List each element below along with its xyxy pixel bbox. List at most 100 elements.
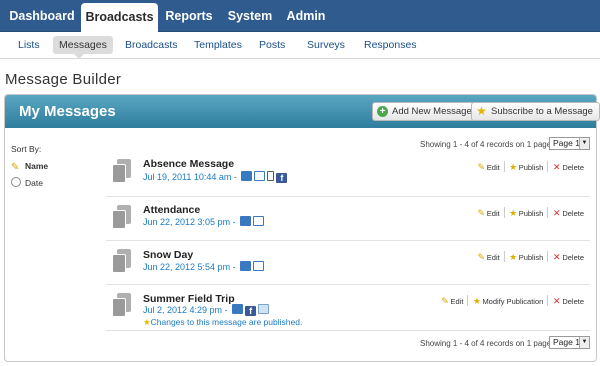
nav-system[interactable]: System: [222, 0, 278, 32]
web-icon: [258, 304, 270, 314]
modify-publication-button[interactable]: ★Modify Publication: [472, 296, 543, 307]
publish-label: Publish: [518, 163, 544, 172]
message-row: Snow Day Jun 22, 2012 5:54 pm - ✎ Edit ★Pu…: [106, 241, 590, 285]
facebook-icon: f: [245, 306, 257, 316]
message-row: Summer Field Trip Jul 2, 2012 4:29 pm - …: [106, 285, 590, 331]
modify-publication-label: Modify Publication: [482, 297, 544, 306]
close-icon: ✕: [553, 162, 561, 172]
edit-label: Edit: [450, 297, 464, 306]
add-new-message-button[interactable]: + Add New Message: [372, 102, 479, 121]
add-new-message-label: Add New Message: [392, 106, 472, 117]
panel-header: My Messages + Add New Message ★ Subscrib…: [5, 95, 600, 128]
message-actions: ✎ Edit ★Publish ✕ Delete: [477, 207, 584, 219]
message-title[interactable]: Attendance: [143, 204, 200, 216]
clock-icon: [11, 177, 21, 187]
page-title: Message Builder: [5, 71, 122, 88]
edit-label: Edit: [486, 163, 500, 172]
delete-button[interactable]: ✕ Delete: [552, 208, 584, 219]
delete-label: Delete: [562, 209, 584, 218]
edit-label: Edit: [486, 209, 500, 218]
pencil-icon: ✎: [477, 208, 486, 218]
pencil-icon: ✎: [11, 162, 20, 173]
subnav-surveys[interactable]: Surveys: [307, 38, 345, 53]
edit-button[interactable]: ✎ Edit: [477, 208, 500, 219]
message-date-text: Jun 22, 2012 5:54 pm -: [143, 262, 236, 272]
sort-by-label: Sort By:: [11, 144, 42, 154]
phone-icon: [232, 304, 244, 314]
message-title[interactable]: Snow Day: [143, 249, 193, 261]
message-row: Attendance Jun 22, 2012 3:05 pm - ✎ Edit ★…: [106, 197, 590, 241]
subnav-templates[interactable]: Templates: [194, 38, 242, 53]
subscribe-label: Subscribe to a Message: [491, 106, 593, 117]
star-icon: ★: [472, 296, 481, 306]
email-icon: [253, 261, 265, 271]
pencil-icon: ✎: [477, 162, 486, 172]
phone-icon: [240, 216, 252, 226]
paging-info-bottom: Showing 1 - 4 of 4 records on 1 pages: [420, 339, 556, 348]
delete-button[interactable]: ✕ Delete: [552, 296, 584, 307]
published-note: ★Changes to this message are published.: [143, 317, 302, 328]
subnav-responses[interactable]: Responses: [364, 38, 417, 53]
pencil-icon: ✎: [477, 252, 486, 262]
page-select-top[interactable]: Page 1 ▼: [549, 137, 590, 150]
plus-icon: +: [377, 106, 388, 117]
subnav-broadcasts[interactable]: Broadcasts: [125, 38, 178, 53]
facebook-icon: f: [276, 173, 288, 183]
message-actions: ✎ Edit ★Publish ✕ Delete: [477, 161, 584, 173]
message-date: Jun 22, 2012 3:05 pm -: [143, 216, 265, 227]
message-title[interactable]: Absence Message: [143, 158, 234, 170]
subnav-messages[interactable]: Messages: [53, 36, 113, 54]
page-select-top-value: Page 1: [553, 138, 580, 148]
sms-icon: [267, 171, 275, 181]
sort-by-name[interactable]: ✎ Name: [11, 161, 49, 173]
message-doc-icon: [112, 249, 132, 273]
close-icon: ✕: [553, 252, 561, 262]
active-tab-caret: [74, 54, 84, 59]
publish-label: Publish: [518, 209, 544, 218]
message-doc-icon: [112, 205, 132, 229]
chevron-down-icon: ▼: [579, 138, 589, 149]
delete-label: Delete: [562, 297, 584, 306]
nav-reports[interactable]: Reports: [160, 0, 218, 32]
sub-nav: Lists Messages Broadcasts Templates Post…: [0, 33, 600, 59]
message-doc-icon: [112, 293, 132, 317]
sort-date-label: Date: [25, 178, 43, 188]
paging-info-top: Showing 1 - 4 of 4 records on 1 pages: [420, 140, 556, 149]
nav-broadcasts[interactable]: Broadcasts: [81, 3, 158, 33]
publish-button[interactable]: ★Publish: [509, 162, 544, 173]
star-icon: ★: [509, 162, 518, 172]
message-date-text: Jul 2, 2012 4:29 pm -: [143, 305, 228, 315]
email-icon: [253, 216, 265, 226]
edit-button[interactable]: ✎ Edit: [477, 252, 500, 263]
star-icon: ★: [509, 208, 518, 218]
panel-title: My Messages: [19, 103, 116, 120]
message-actions: ✎ Edit ★Publish ✕ Delete: [477, 251, 584, 263]
sort-name-label: Name: [25, 161, 49, 171]
delete-button[interactable]: ✕ Delete: [552, 162, 584, 173]
publish-button[interactable]: ★Publish: [509, 252, 544, 263]
sort-by-date[interactable]: Date: [11, 177, 43, 188]
delete-button[interactable]: ✕ Delete: [552, 252, 584, 263]
star-icon: ★: [143, 317, 151, 327]
page-select-bottom[interactable]: Page 1 ▼: [549, 336, 590, 349]
message-doc-icon: [112, 159, 132, 183]
edit-label: Edit: [486, 253, 500, 262]
nav-dashboard[interactable]: Dashboard: [4, 0, 80, 32]
chevron-down-icon: ▼: [579, 337, 589, 348]
publish-button[interactable]: ★Publish: [509, 208, 544, 219]
nav-admin[interactable]: Admin: [282, 0, 330, 32]
delete-label: Delete: [562, 253, 584, 262]
close-icon: ✕: [553, 208, 561, 218]
message-row: Absence Message Jul 19, 2011 10:44 am - …: [106, 151, 590, 197]
phone-icon: [240, 261, 252, 271]
message-date: Jul 19, 2011 10:44 am - f: [143, 171, 288, 183]
message-date-text: Jul 19, 2011 10:44 am -: [143, 172, 237, 182]
subnav-lists[interactable]: Lists: [18, 38, 40, 53]
publish-label: Publish: [518, 253, 544, 262]
edit-button[interactable]: ✎ Edit: [441, 296, 464, 307]
edit-button[interactable]: ✎ Edit: [477, 162, 500, 173]
pencil-icon: ✎: [441, 296, 449, 306]
star-icon: ★: [476, 104, 487, 118]
subscribe-button[interactable]: ★ Subscribe to a Message: [471, 102, 600, 121]
subnav-posts[interactable]: Posts: [259, 38, 285, 53]
